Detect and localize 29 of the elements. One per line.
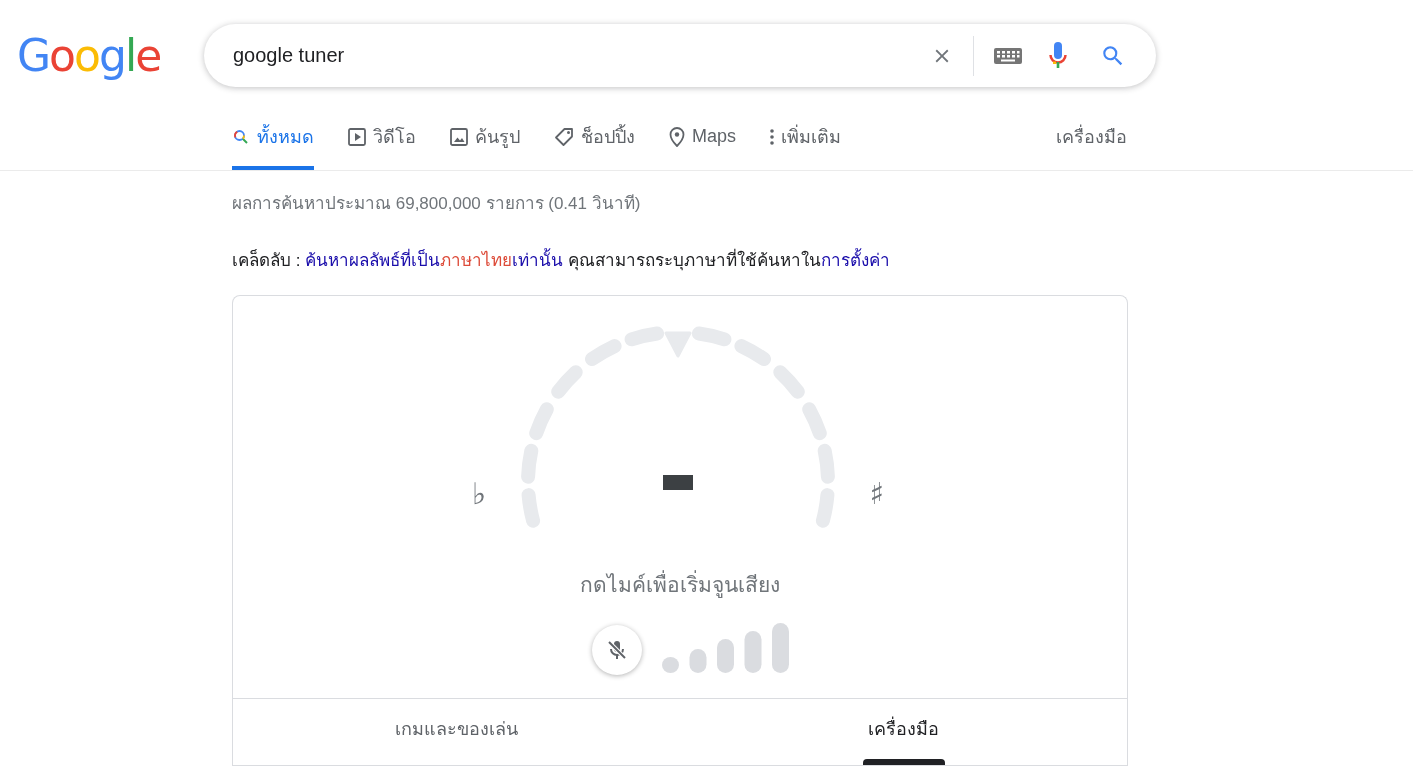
microphone-button[interactable] bbox=[592, 625, 642, 675]
microphone-icon[interactable] bbox=[1048, 40, 1068, 71]
search-tab[interactable]: ช็อปปิ้ง bbox=[554, 110, 635, 170]
google-logo[interactable]: Google bbox=[17, 33, 204, 78]
search-tab[interactable]: Maps bbox=[669, 110, 736, 170]
language-tip: เคล็ดลับ : ค้นหาผลลัพธ์ที่เป็นภาษาไทยเท่านั้น คุณสามารถระบุภาษาที่ใช้ค้นหาในการตั้งค่า bbox=[232, 246, 1413, 273]
more-icon bbox=[770, 128, 774, 145]
search-tab[interactable]: ทั้งหมด bbox=[232, 110, 314, 170]
result-stats: ผลการค้นหาประมาณ 69,800,000 รายการ (0.41 วินาที) bbox=[232, 193, 642, 215]
search-icon bbox=[232, 127, 250, 146]
search-tab[interactable]: ค้นรูป bbox=[450, 110, 520, 170]
flat-symbol: ♭ bbox=[471, 476, 486, 511]
search-tab[interactable]: เพิ่มเติม bbox=[770, 110, 841, 170]
image-icon bbox=[450, 127, 468, 146]
tools-button[interactable]: เครื่องมือ bbox=[1056, 110, 1127, 170]
map-pin-icon bbox=[669, 126, 685, 147]
search-query: google tuner bbox=[233, 44, 346, 67]
tag-icon bbox=[554, 126, 574, 147]
play-icon bbox=[348, 127, 366, 146]
sharp-symbol: ♯ bbox=[869, 476, 885, 511]
category-tab[interactable]: เกมและของเล่น bbox=[233, 699, 680, 765]
note-placeholder-icon bbox=[662, 475, 693, 490]
volume-bars-icon bbox=[662, 621, 790, 673]
search-tab[interactable]: วิดีโอ bbox=[348, 110, 416, 170]
microphone-off-icon bbox=[605, 638, 629, 662]
tuner-prompt: กดไมค์เพื่อเริ่มจูนเสียง bbox=[580, 568, 780, 601]
keyboard-icon[interactable] bbox=[994, 46, 1022, 65]
search-field[interactable]: google tuner bbox=[204, 24, 1156, 87]
category-tab[interactable]: เครื่องมือ bbox=[680, 699, 1127, 765]
